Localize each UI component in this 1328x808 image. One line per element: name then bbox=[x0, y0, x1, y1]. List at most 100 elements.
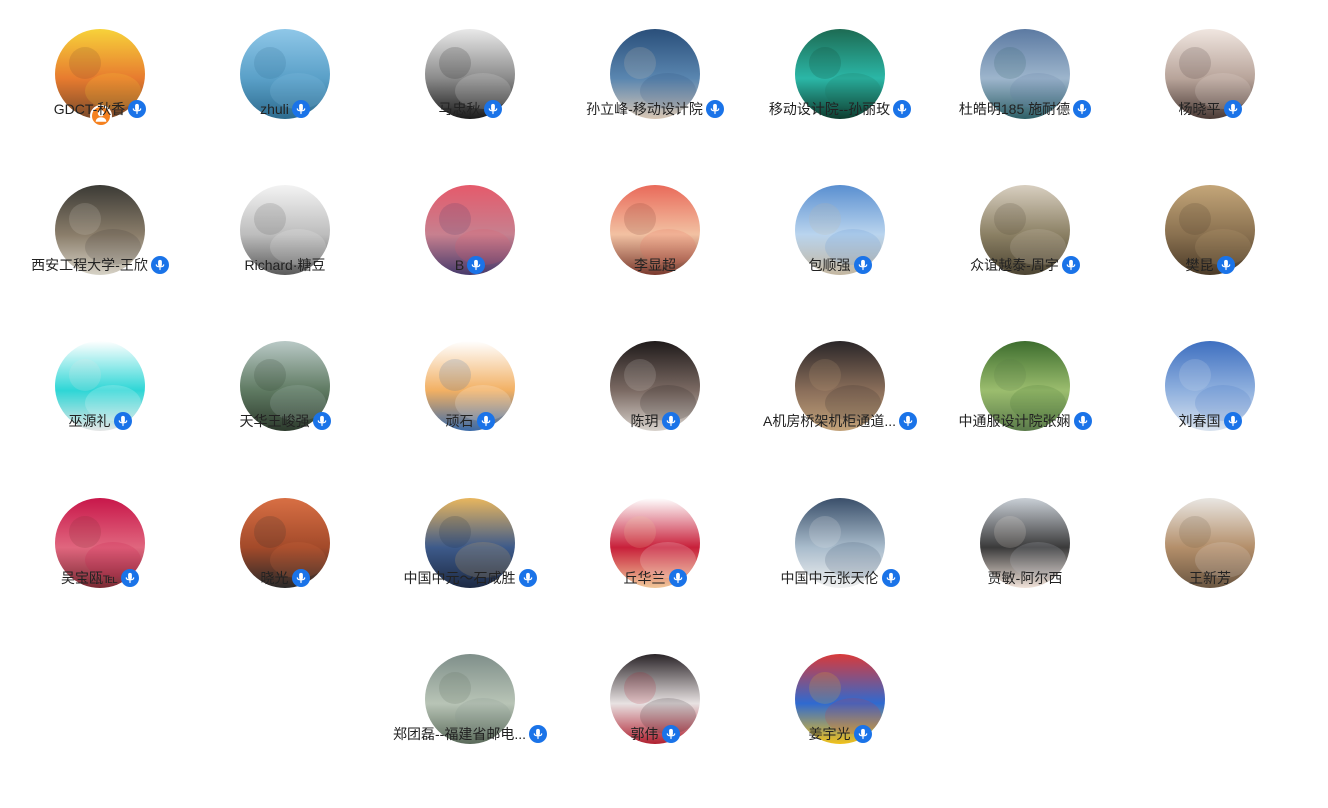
participant-tile[interactable]: 晓光 bbox=[193, 469, 377, 619]
mic-icon bbox=[705, 100, 724, 118]
participant-name-row: 移动设计院--孙丽玫 bbox=[748, 98, 932, 120]
participant-name: 郑团磊--福建省邮电... bbox=[393, 726, 526, 742]
participant-name-row: 晓光 bbox=[193, 567, 377, 589]
participant-name: 马忠秋 bbox=[438, 101, 481, 117]
participant-tile[interactable]: 杨晓平 bbox=[1118, 0, 1302, 150]
participant-name: 中国中元张天伦 bbox=[780, 570, 879, 586]
participant-name: 众谊越泰-周宇 bbox=[970, 257, 1059, 273]
mic-icon bbox=[291, 569, 310, 587]
participant-name: 贾敏-阿尔西 bbox=[987, 570, 1063, 586]
participant-name-row: 巫源礼 bbox=[8, 410, 192, 432]
participant-name: zhuli bbox=[260, 101, 289, 117]
mic-icon bbox=[467, 256, 486, 274]
mic-icon bbox=[518, 569, 537, 587]
participant-name-row: 顽石 bbox=[378, 410, 562, 432]
participant-name-row: GDCT-秋香 bbox=[8, 98, 192, 120]
participant-tile[interactable]: 马忠秋 bbox=[378, 0, 562, 150]
participant-tile[interactable]: A机房桥架机柜通道... bbox=[748, 312, 932, 462]
participant-name: 孙立峰-移动设计院 bbox=[586, 101, 703, 117]
mic-icon bbox=[1223, 100, 1242, 118]
participant-name: 姜宇光 bbox=[808, 726, 851, 742]
participant-name: 陈玥 bbox=[630, 413, 659, 429]
participant-tile[interactable]: 众谊越泰-周宇 bbox=[933, 156, 1117, 306]
participant-tile[interactable]: B bbox=[378, 156, 562, 306]
participant-name-row: 李显超 bbox=[563, 254, 747, 276]
participant-tile[interactable]: zhuli bbox=[193, 0, 377, 150]
participant-name-row: 包顺强 bbox=[748, 254, 932, 276]
mic-icon bbox=[1223, 412, 1242, 430]
participant-name: 天华王峻强 bbox=[239, 413, 310, 429]
participant-tile[interactable]: 姜宇光 bbox=[748, 625, 932, 775]
mic-icon bbox=[661, 725, 680, 743]
mic-icon bbox=[668, 569, 687, 587]
mic-icon bbox=[529, 725, 547, 743]
participant-name-row: 陈玥 bbox=[563, 410, 747, 432]
participant-name-row: 中通服设计院张娴 bbox=[933, 410, 1117, 432]
mic-icon bbox=[150, 256, 169, 274]
participant-tile[interactable]: 巫源礼 bbox=[8, 312, 192, 462]
participant-tile[interactable]: GDCT-秋香 bbox=[8, 0, 192, 150]
participant-name: 晓光 bbox=[260, 570, 289, 586]
mic-icon bbox=[893, 100, 912, 118]
participant-tile[interactable]: 天华王峻强 bbox=[193, 312, 377, 462]
participant-name-row: zhuli bbox=[193, 98, 377, 120]
participant-tile[interactable]: 顽石 bbox=[378, 312, 562, 462]
mic-icon bbox=[113, 412, 132, 430]
participant-name: 杨晓平 bbox=[1178, 101, 1221, 117]
participant-tile[interactable]: 移动设计院--孙丽玫 bbox=[748, 0, 932, 150]
participant-name: A机房桥架机柜通道... bbox=[762, 413, 896, 429]
participant-tile[interactable]: 中通服设计院张娴 bbox=[933, 312, 1117, 462]
mic-icon bbox=[291, 100, 310, 118]
participant-name-row: Richard·糖豆 bbox=[193, 254, 377, 276]
participant-tile[interactable]: 中国中元～石咸胜 bbox=[378, 469, 562, 619]
participant-name-row: 杨晓平 bbox=[1118, 98, 1302, 120]
mic-icon bbox=[121, 569, 140, 587]
participant-name-row: 姜宇光 bbox=[748, 723, 932, 745]
participant-name-row: B bbox=[378, 254, 562, 276]
participant-tile[interactable]: 樊昆 bbox=[1118, 156, 1302, 306]
participant-name: 巫源礼 bbox=[68, 413, 111, 429]
participant-name: Richard·糖豆 bbox=[244, 257, 326, 273]
participant-name: GDCT-秋香 bbox=[53, 101, 126, 117]
participant-tile[interactable]: 郑团磊--福建省邮电... bbox=[378, 625, 562, 775]
participant-name-row: 贾敏-阿尔西 bbox=[933, 567, 1117, 589]
participant-tile[interactable]: 刘春国 bbox=[1118, 312, 1302, 462]
participant-name-row: 樊昆 bbox=[1118, 254, 1302, 276]
mic-icon bbox=[1073, 412, 1092, 430]
participant-tile[interactable]: 杜皓明185 施耐德 bbox=[933, 0, 1117, 150]
participant-name-row: 郑团磊--福建省邮电... bbox=[378, 723, 562, 745]
participant-name-row: 王新芳 bbox=[1118, 567, 1302, 589]
participant-tile[interactable]: 陈玥 bbox=[563, 312, 747, 462]
participant-name: 王新芳 bbox=[1189, 570, 1231, 586]
participant-name: 李显超 bbox=[634, 257, 676, 273]
participant-name: 郭伟 bbox=[630, 726, 659, 742]
mic-icon bbox=[881, 569, 900, 587]
participant-name-row: 杜皓明185 施耐德 bbox=[933, 98, 1117, 120]
participant-tile[interactable]: Richard·糖豆 bbox=[193, 156, 377, 306]
participant-name: 移动设计院--孙丽玫 bbox=[768, 101, 891, 117]
participant-tile[interactable]: 丘华兰 bbox=[563, 469, 747, 619]
mic-icon bbox=[899, 412, 917, 430]
participant-tile[interactable]: 孙立峰-移动设计院 bbox=[563, 0, 747, 150]
participant-tile[interactable]: 李显超 bbox=[563, 156, 747, 306]
participant-tile[interactable]: 王新芳 bbox=[1118, 469, 1302, 619]
participant-tile[interactable]: 吴宝瓯℡ bbox=[8, 469, 192, 619]
participant-name-row: A机房桥架机柜通道... bbox=[748, 410, 932, 432]
participant-tile[interactable]: 包顺强 bbox=[748, 156, 932, 306]
participant-name: 西安工程大学-王欣 bbox=[31, 257, 148, 273]
mic-icon bbox=[1061, 256, 1080, 274]
participant-name: 中通服设计院张娴 bbox=[958, 413, 1071, 429]
participant-name: 包顺强 bbox=[808, 257, 851, 273]
mic-icon bbox=[1216, 256, 1235, 274]
participant-name-row: 吴宝瓯℡ bbox=[8, 567, 192, 589]
mic-icon bbox=[661, 412, 680, 430]
participant-name-row: 孙立峰-移动设计院 bbox=[563, 98, 747, 120]
participant-name: 丘华兰 bbox=[623, 570, 666, 586]
mic-icon bbox=[1073, 100, 1092, 118]
participant-tile[interactable]: 贾敏-阿尔西 bbox=[933, 469, 1117, 619]
participant-tile[interactable]: 西安工程大学-王欣 bbox=[8, 156, 192, 306]
participant-tile[interactable]: 中国中元张天伦 bbox=[748, 469, 932, 619]
participant-name-row: 众谊越泰-周宇 bbox=[933, 254, 1117, 276]
participant-tile[interactable]: 郭伟 bbox=[563, 625, 747, 775]
participant-name: B bbox=[454, 257, 465, 273]
